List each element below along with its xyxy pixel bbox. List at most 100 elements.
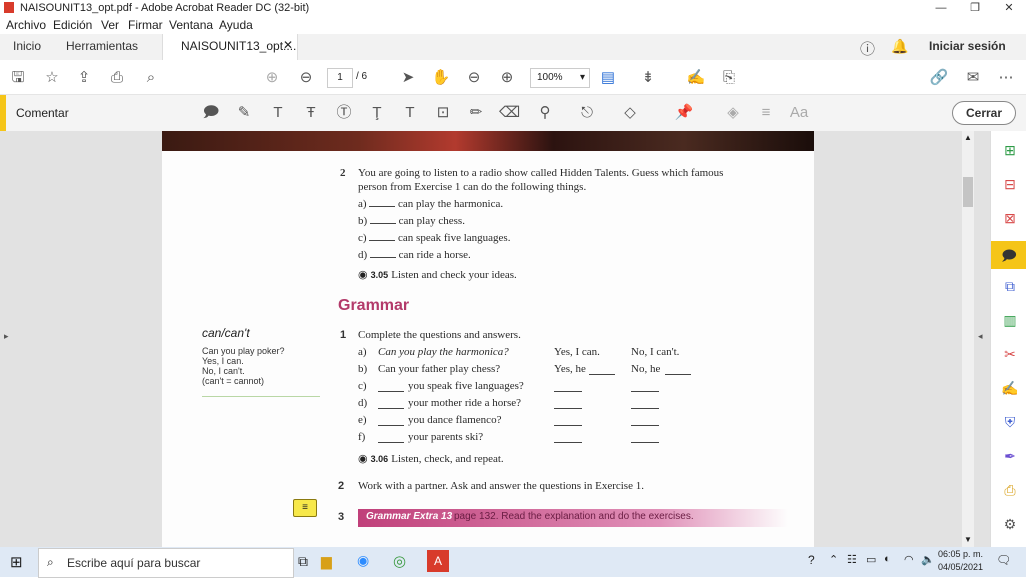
combine-icon[interactable]: ⧉ (1001, 277, 1019, 295)
scan-icon[interactable]: ⎙ (1001, 481, 1019, 499)
redact-icon[interactable]: ✂ (1001, 345, 1019, 363)
fill-color-icon[interactable]: ◈ (723, 103, 743, 123)
vertical-scrollbar[interactable]: ▲ ▼ (962, 131, 974, 547)
save-icon[interactable]: 🖫 (8, 68, 28, 88)
network-icon[interactable]: ◠ (904, 553, 914, 566)
font-icon[interactable]: Aa (789, 103, 809, 123)
print-icon[interactable]: ⎙ (107, 68, 127, 88)
left-panel-toggle-icon[interactable]: ▸ (4, 331, 9, 342)
tab-bar: Inicio Herramientas NAISOUNIT13_opt.... … (0, 34, 1026, 61)
tab-herramientas[interactable]: Herramientas (66, 39, 138, 53)
select-arrow-icon[interactable]: ➤ (398, 68, 418, 88)
link-icon[interactable]: 🔗 (929, 68, 949, 88)
menu-archivo[interactable]: Archivo (6, 18, 46, 32)
scroll-up-icon[interactable]: ▲ (964, 133, 972, 142)
sign-icon[interactable]: ✍ (686, 68, 706, 88)
search-icon[interactable]: ⌕ (141, 68, 161, 88)
scroll-down-icon[interactable]: ▼ (964, 535, 972, 544)
camera-icon[interactable]: ◐ (884, 553, 891, 565)
upload-icon[interactable]: ⇪ (74, 68, 94, 88)
page-total: / 6 (356, 71, 368, 82)
tab-inicio[interactable]: Inicio (13, 39, 41, 53)
battery-icon[interactable]: ▭ (866, 553, 876, 566)
attach-icon[interactable]: ⎋ (577, 103, 597, 123)
zoom-app-icon[interactable]: ◉ (357, 552, 369, 569)
text-box-icon[interactable]: ⊡ (433, 103, 453, 123)
page-number-input[interactable]: 1 (327, 68, 353, 88)
document-area[interactable]: ▸ 2 You are going to listen to a radio s… (0, 131, 990, 547)
menu-ventana[interactable]: Ventana (169, 18, 213, 32)
restore-button[interactable]: ❐ (958, 0, 992, 16)
more-icon[interactable]: ⋯ (996, 68, 1016, 88)
chrome-icon[interactable]: ◎ (393, 552, 406, 570)
minimize-button[interactable]: — (924, 0, 958, 16)
sign-in-link[interactable]: Iniciar sesión (929, 39, 1006, 53)
insert-text-icon[interactable]: Ţ (367, 103, 387, 123)
menu-ayuda[interactable]: Ayuda (219, 18, 253, 32)
close-tab-icon[interactable]: ✕ (283, 38, 293, 52)
show-hidden-icons-icon[interactable]: ⌃ (829, 553, 838, 566)
share-icon[interactable]: ⎘ (719, 68, 739, 88)
close-comment-button[interactable]: Cerrar (952, 101, 1016, 125)
line-weight-icon[interactable]: ≡ (756, 103, 776, 123)
volume-icon[interactable]: 🔈 (921, 553, 935, 566)
organize-icon[interactable]: ▥ (1001, 311, 1019, 329)
help-tray-icon[interactable]: ? (808, 553, 815, 567)
pencil-icon[interactable]: ✏ (466, 103, 486, 123)
task-view-icon[interactable]: ⧉ (298, 553, 308, 570)
add-text-icon[interactable]: T (400, 103, 420, 123)
page-down-icon[interactable]: ⊖ (296, 68, 316, 88)
menu-edicion[interactable]: Edición (53, 18, 92, 32)
chevron-down-icon: ▾ (579, 72, 585, 83)
bell-icon[interactable]: 🔔 (891, 38, 908, 55)
hand-tool-icon[interactable]: ✋ (431, 68, 451, 88)
scroll-thumb[interactable] (963, 177, 973, 207)
clock-date[interactable]: 04/05/2021 (938, 562, 983, 572)
create-pdf-icon[interactable]: ⊞ (1001, 141, 1019, 159)
acrobat-taskbar-icon[interactable]: A (427, 550, 449, 572)
highlight-icon[interactable]: ✎ (234, 103, 254, 123)
help-icon[interactable]: ⓘ (860, 38, 875, 59)
title-bar: NAISOUNIT13_opt.pdf - Adobe Acrobat Read… (0, 0, 1026, 16)
tab-document[interactable]: NAISOUNIT13_opt.... ✕ (162, 34, 298, 60)
wifi-icon[interactable]: ☷ (847, 553, 857, 566)
sticky-note-annotation-icon[interactable]: ≡ (293, 499, 317, 517)
send-sign-icon[interactable]: ✒ (1001, 447, 1019, 465)
export-pdf-icon[interactable]: ⊟ (1001, 175, 1019, 193)
file-explorer-icon[interactable]: ▆ (321, 553, 332, 570)
more-tools-icon[interactable]: ⚙ (1001, 515, 1019, 533)
zoom-select[interactable]: 100% ▾ (530, 68, 590, 88)
list-item: d) can ride a horse. (358, 249, 471, 261)
shapes-icon[interactable]: ◇ (620, 103, 640, 123)
pin-icon[interactable]: 📌 (674, 103, 694, 123)
clock-time[interactable]: 06:05 p. m. (938, 549, 983, 559)
menu-ver[interactable]: Ver (101, 18, 119, 32)
page-up-icon[interactable]: ⊕ (262, 68, 282, 88)
grammar-ex2-number: 2 (338, 480, 345, 492)
cd-icon: ◉ (358, 453, 368, 465)
comment-tool-icon[interactable]: 🗩 (991, 241, 1026, 269)
stamp-icon[interactable]: ⚲ (535, 103, 555, 123)
menu-firmar[interactable]: Firmar (128, 18, 163, 32)
close-window-button[interactable]: ✕ (992, 0, 1026, 16)
zoom-in-icon[interactable]: ⊕ (497, 68, 517, 88)
audio-line-2: ◉ 3.06 Listen, check, and repeat. (358, 453, 504, 465)
scroll-mode-icon[interactable]: ⇟ (638, 68, 658, 88)
text-underline-icon[interactable]: T (268, 103, 288, 123)
protect-icon[interactable]: ⛨ (1001, 413, 1019, 431)
zoom-out-icon[interactable]: ⊖ (464, 68, 484, 88)
notifications-icon[interactable]: 🗨 (996, 553, 1011, 567)
strikethrough-icon[interactable]: Ŧ (301, 103, 321, 123)
fill-sign-icon[interactable]: ✍ (1001, 379, 1019, 397)
table-row: d) your mother ride a horse? (358, 397, 738, 413)
edit-pdf-icon[interactable]: ⊠ (1001, 209, 1019, 227)
right-panel-toggle-icon[interactable]: ◂ (978, 331, 983, 342)
replace-text-icon[interactable]: Ⓣ (334, 103, 354, 123)
mail-icon[interactable]: ✉ (963, 68, 983, 88)
bookmark-star-icon[interactable]: ☆ (42, 68, 62, 88)
sticky-note-icon[interactable]: 🗩 (201, 103, 221, 123)
taskbar-search[interactable]: ⌕ Escribe aquí para buscar (38, 548, 294, 578)
page-layout-icon[interactable]: ▤ (598, 68, 618, 88)
windows-start-icon[interactable]: ⊞ (10, 553, 23, 571)
eraser-icon[interactable]: ⌫ (499, 103, 520, 123)
